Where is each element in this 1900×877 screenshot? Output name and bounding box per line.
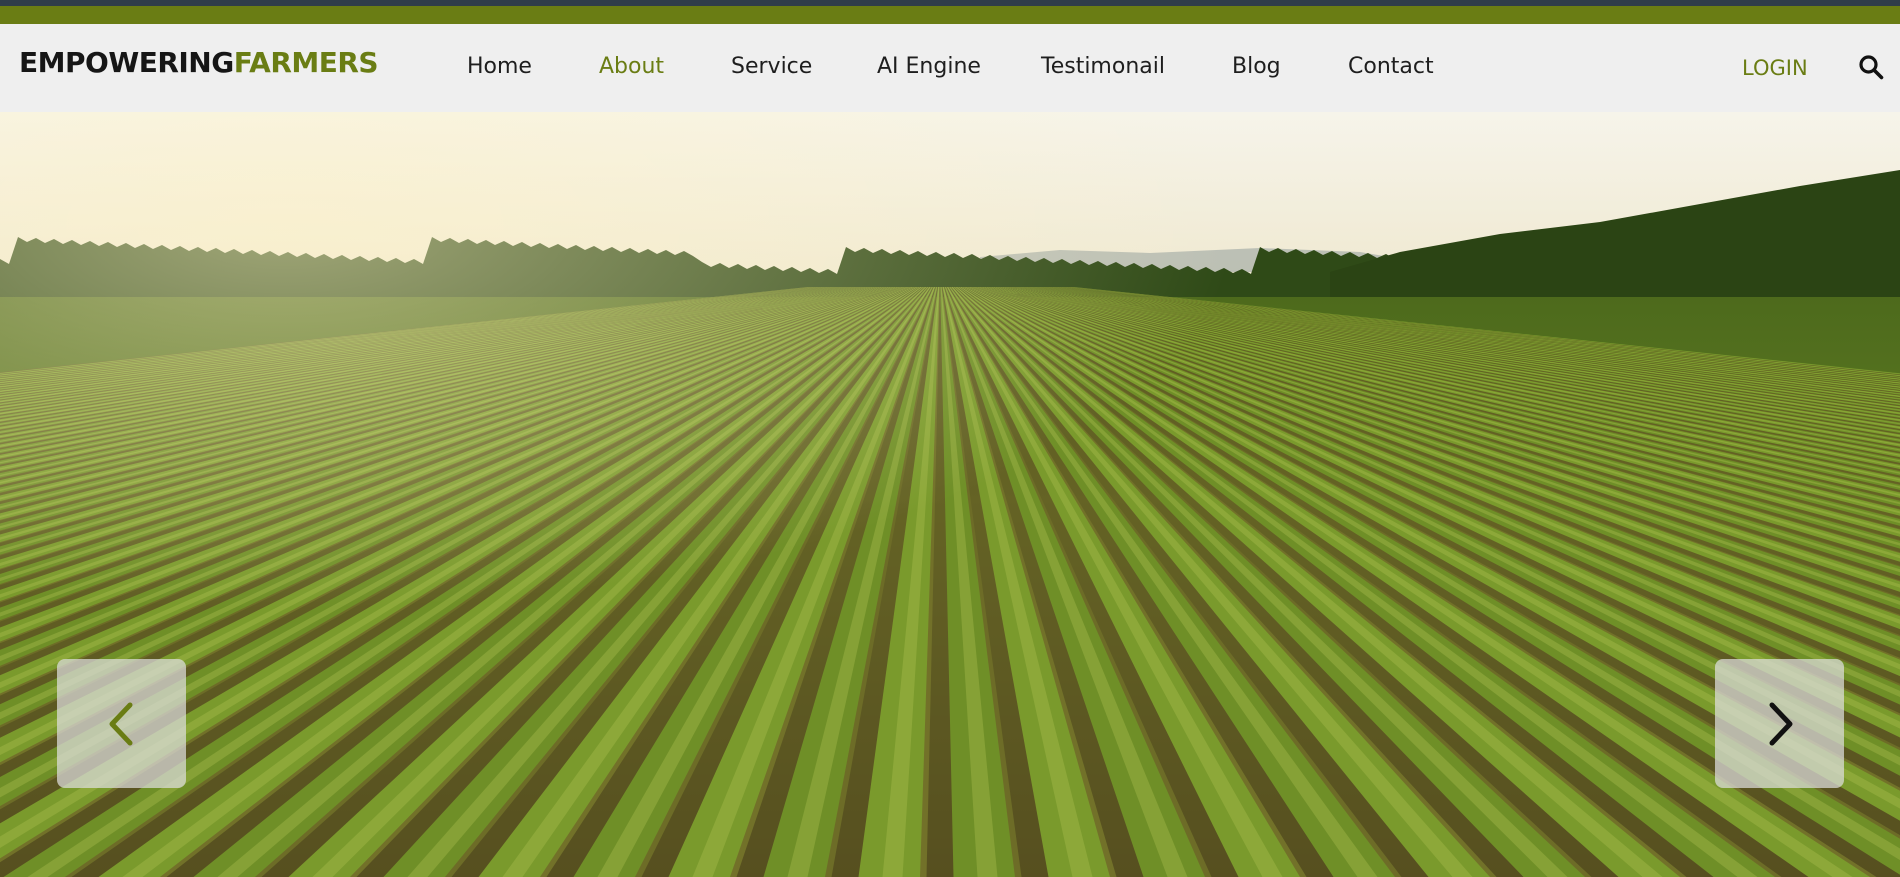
hero-image — [0, 112, 1900, 877]
login-link[interactable]: LOGIN — [1742, 56, 1808, 80]
slider-prev-button[interactable] — [57, 659, 186, 788]
top-green-bar — [0, 6, 1900, 24]
search-icon[interactable] — [1858, 54, 1884, 80]
navbar: EMPOWERINGFARMERS Home About Service AI … — [0, 24, 1900, 112]
nav-item-contact[interactable]: Contact — [1348, 56, 1434, 78]
chevron-left-icon — [109, 702, 132, 745]
brand-logo[interactable]: EMPOWERINGFARMERS — [19, 46, 379, 79]
nav-item-home[interactable]: Home — [467, 56, 532, 78]
nav-item-blog[interactable]: Blog — [1232, 56, 1281, 78]
nav-item-about[interactable]: About — [599, 56, 664, 78]
hero-slider — [0, 112, 1900, 877]
nav-item-testimonail[interactable]: Testimonail — [1041, 56, 1165, 78]
nav-item-service[interactable]: Service — [731, 56, 812, 78]
chevron-right-icon — [1769, 702, 1792, 745]
slider-next-button[interactable] — [1715, 659, 1844, 788]
brand-part-2: FARMERS — [233, 46, 379, 79]
nav-item-ai-engine[interactable]: AI Engine — [877, 56, 981, 78]
brand-part-1: EMPOWERING — [19, 46, 234, 79]
